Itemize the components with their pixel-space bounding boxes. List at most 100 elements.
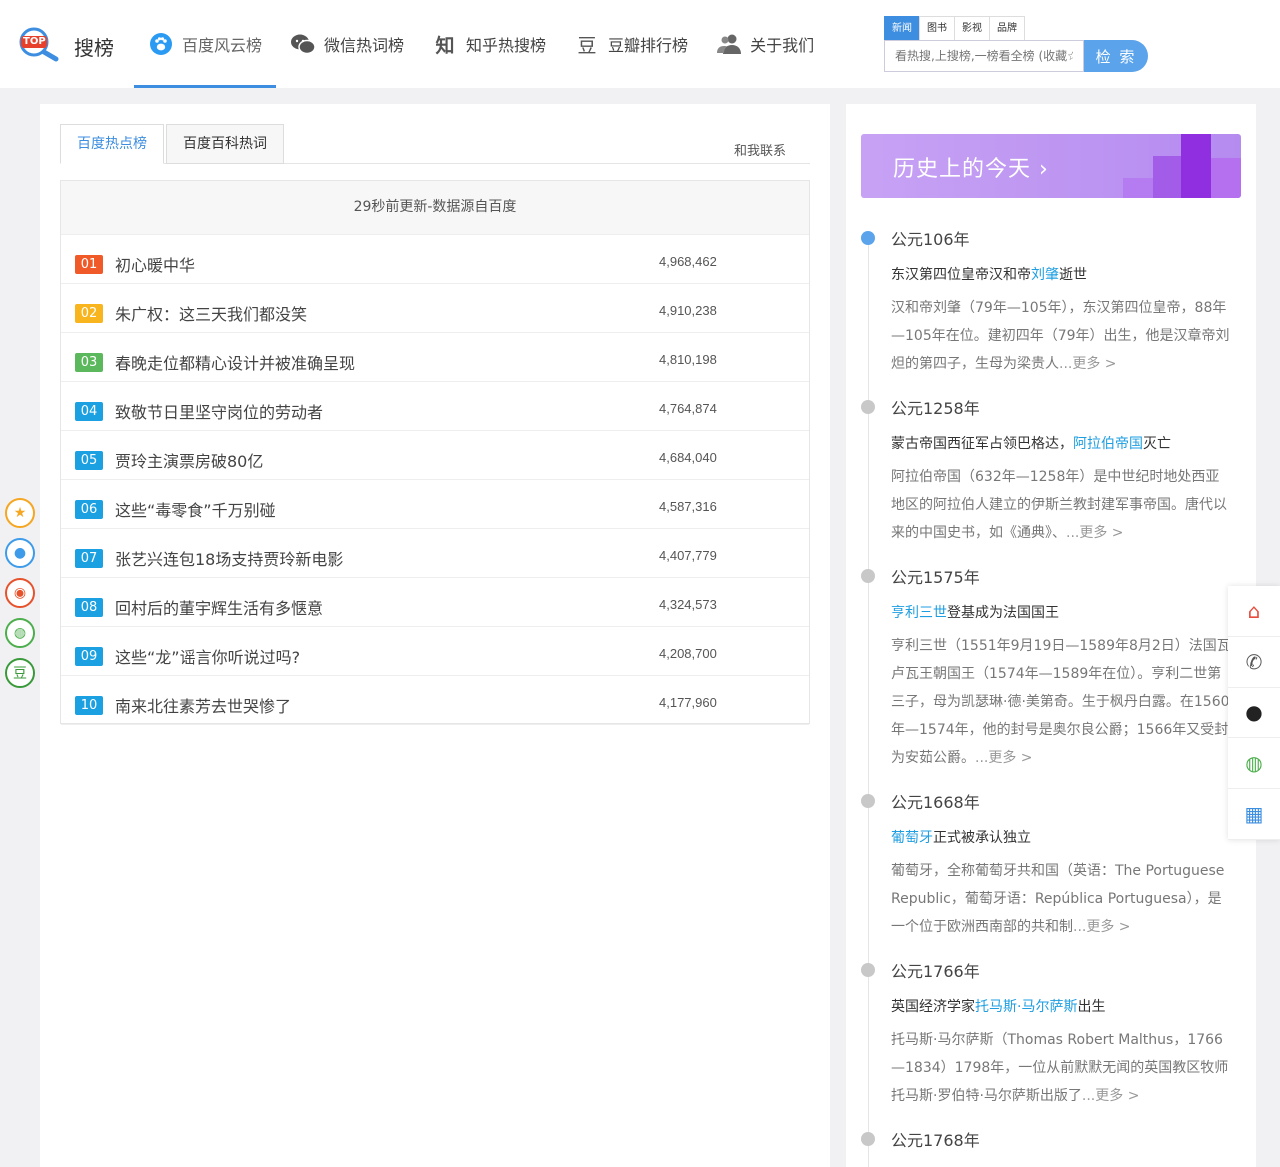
qrcode-icon[interactable]: ▦: [1228, 789, 1280, 840]
history-banner[interactable]: 历史上的今天 ›: [861, 134, 1241, 198]
tab-baidu-hot[interactable]: 百度热点榜: [60, 124, 164, 164]
event-more-link[interactable]: ...更多 >: [1082, 1088, 1140, 1104]
hot-item-title[interactable]: 南来北往素芳去世哭惨了: [115, 693, 291, 717]
hot-item-count: 4,177,960: [659, 695, 717, 710]
hot-item-title[interactable]: 贾玲主演票房破80亿: [115, 448, 263, 472]
hot-item-title[interactable]: 春晚走位都精心设计并被准确呈现: [115, 350, 355, 374]
rank-badge: 05: [75, 451, 103, 470]
hot-item-title[interactable]: 初心暖中华: [115, 252, 195, 276]
event-title: 东汉第四位皇帝汉和帝刘肇逝世: [891, 264, 1087, 284]
event-keyword-link[interactable]: 阿拉伯帝国: [1073, 436, 1143, 452]
rank-badge: 10: [75, 696, 103, 715]
hot-item-title[interactable]: 这些“龙”谣言你听说过吗?: [115, 644, 300, 668]
qq-penguin-icon[interactable]: ●: [1228, 688, 1280, 739]
event-more-link[interactable]: ...更多 >: [975, 750, 1033, 766]
nav-about[interactable]: 关于我们: [702, 0, 828, 88]
home-icon[interactable]: ⌂: [1228, 586, 1280, 637]
search-button[interactable]: 检 索: [1084, 40, 1148, 72]
main-nav: 百度风云榜 微信热词榜 知 知乎热搜榜 豆 豆瓣排行榜 关于我们: [134, 0, 828, 88]
event-keyword-link[interactable]: 亨利三世: [891, 605, 947, 621]
rank-badge: 06: [75, 500, 103, 519]
logo-text[interactable]: 搜榜: [74, 32, 114, 61]
hot-list-item[interactable]: 02 朱广权：这三天我们都没笑 4,910,238: [61, 284, 809, 333]
hot-item-count: 4,407,779: [659, 548, 717, 563]
event-desc-text: 托马斯·马尔萨斯（Thomas Robert Malthus，1766—1834…: [891, 1032, 1229, 1104]
hot-item-count: 4,910,238: [659, 303, 717, 318]
hot-list-item[interactable]: 05 贾玲主演票房破80亿 4,684,040: [61, 431, 809, 480]
rank-badge: 07: [75, 549, 103, 568]
logo-badge: TOP: [23, 36, 46, 47]
search-tab-news[interactable]: 新闻: [884, 16, 920, 40]
wechat-icon: [290, 31, 316, 57]
hot-list-item[interactable]: 06 这些“毒零食”千万别碰 4,587,316: [61, 480, 809, 529]
event-keyword-link[interactable]: 葡萄牙: [891, 830, 933, 846]
search-tab-movies[interactable]: 影视: [954, 16, 990, 40]
event-desc: 亨利三世（1551年9月19日—1589年8月2日）法国瓦卢瓦王朝国王（1574…: [891, 632, 1231, 772]
hot-item-title[interactable]: 张艺兴连包18场支持贾玲新电影: [115, 546, 343, 570]
event-desc: 托马斯·马尔萨斯（Thomas Robert Malthus，1766—1834…: [891, 1026, 1231, 1110]
nav-wechat[interactable]: 微信热词榜: [276, 0, 418, 88]
rank-badge: 09: [75, 647, 103, 666]
event-desc: 汉和帝刘肇（79年—105年），东汉第四位皇帝，88年—105年在位。建初四年（…: [891, 294, 1231, 378]
hot-item-title[interactable]: 回村后的董宇辉生活有多惬意: [115, 595, 323, 619]
weibo-icon[interactable]: ◉: [5, 578, 35, 608]
wechat-share-icon[interactable]: ◍: [5, 618, 35, 648]
tab-baidu-baike[interactable]: 百度百科热词: [166, 124, 284, 164]
event-title-text: 东汉第四位皇帝汉和帝: [891, 267, 1031, 283]
event-more-link[interactable]: ...更多 >: [1073, 919, 1131, 935]
rank-badge: 08: [75, 598, 103, 617]
hot-list-item[interactable]: 07 张艺兴连包18场支持贾玲新电影 4,407,779: [61, 529, 809, 578]
event-keyword-link[interactable]: 托马斯·马尔萨斯: [975, 999, 1077, 1015]
hot-item-title[interactable]: 朱广权：这三天我们都没笑: [115, 301, 307, 325]
history-panel: 历史上的今天 › 公元106年 东汉第四位皇帝汉和帝刘肇逝世 汉和帝刘肇（79年—1…: [846, 104, 1256, 1167]
hot-list-item[interactable]: 08 回村后的董宇辉生活有多惬意 4,324,573: [61, 578, 809, 627]
banner-bar-decor: [1211, 158, 1241, 198]
event-more-link[interactable]: ...更多 >: [1066, 525, 1124, 541]
event-desc: 葡萄牙，全称葡萄牙共和国（英语：The Portuguese Republic，…: [891, 857, 1231, 941]
hot-list-item[interactable]: 04 致敬节日里坚守岗位的劳动者 4,764,874: [61, 382, 809, 431]
nav-douban[interactable]: 豆 豆瓣排行榜: [560, 0, 702, 88]
event-keyword-link[interactable]: 刘肇: [1031, 267, 1059, 283]
timeline-dot: [861, 400, 875, 414]
event-title-text: 逝世: [1059, 267, 1087, 283]
search-input[interactable]: [884, 40, 1084, 72]
favorite-star-icon[interactable]: ★: [5, 498, 35, 528]
hot-list-item[interactable]: 09 这些“龙”谣言你听说过吗? 4,208,700: [61, 627, 809, 676]
douban-icon: 豆: [577, 34, 597, 57]
hot-item-title[interactable]: 致敬节日里坚守岗位的劳动者: [115, 399, 323, 423]
search-tab-books[interactable]: 图书: [919, 16, 955, 40]
search-tab-brands[interactable]: 品牌: [989, 16, 1025, 40]
hot-item-title[interactable]: 这些“毒零食”千万别碰: [115, 497, 276, 521]
phone-icon[interactable]: ✆: [1228, 637, 1280, 688]
event-title: 亨利三世登基成为法国国王: [891, 602, 1059, 622]
hot-list-board: 29秒前更新-数据源自百度 01 初心暖中华 4,968,462 02 朱广权：这三天我…: [60, 180, 810, 725]
rank-badge: 04: [75, 402, 103, 421]
event-year: 公元1768年: [891, 1131, 980, 1150]
logo-magnifier-icon[interactable]: TOP: [18, 26, 60, 62]
event-year: 公元1668年: [891, 793, 980, 812]
contact-link[interactable]: 和我联系: [734, 140, 786, 159]
hot-list-item[interactable]: 01 初心暖中华 4,968,462: [61, 235, 809, 284]
nav-baidu[interactable]: 百度风云榜: [134, 0, 277, 88]
share-bar: ★ ● ◉ ◍ 豆: [5, 498, 37, 698]
event-title-text: 正式被承认独立: [933, 830, 1031, 846]
wechat-tool-icon[interactable]: ◍: [1228, 738, 1280, 790]
event-more-link[interactable]: ...更多 >: [1059, 356, 1117, 372]
hot-list-panel: 百度热点榜 百度百科热词 和我联系 29秒前更新-数据源自百度 01 初心暖中华 4…: [40, 104, 830, 1167]
event-title-text: 灭亡: [1143, 436, 1171, 452]
douban-share-icon[interactable]: 豆: [5, 658, 35, 688]
event-year: 公元1575年: [891, 568, 980, 587]
hot-list-item[interactable]: 10 南来北往素芳去世哭惨了 4,177,960: [61, 676, 809, 725]
hot-item-count: 4,764,874: [659, 401, 717, 416]
nav-douban-label: 豆瓣排行榜: [608, 36, 689, 55]
nav-baidu-label: 百度风云榜: [182, 36, 263, 55]
qq-icon[interactable]: ●: [5, 538, 35, 568]
search-tabs: 新闻 图书 影视 品牌: [884, 16, 1148, 40]
timeline-dot: [861, 231, 875, 245]
hot-list-tabs: 百度热点榜 百度百科热词 和我联系: [60, 124, 810, 164]
nav-zhihu[interactable]: 知 知乎热搜榜: [418, 0, 560, 88]
nav-zhihu-label: 知乎热搜榜: [466, 36, 547, 55]
hot-list-item[interactable]: 03 春晚走位都精心设计并被准确呈现 4,810,198: [61, 333, 809, 382]
event-title-text: 出生: [1077, 999, 1106, 1015]
float-toolbar: ⌂ ✆ ● ◍ ▦: [1228, 586, 1280, 840]
